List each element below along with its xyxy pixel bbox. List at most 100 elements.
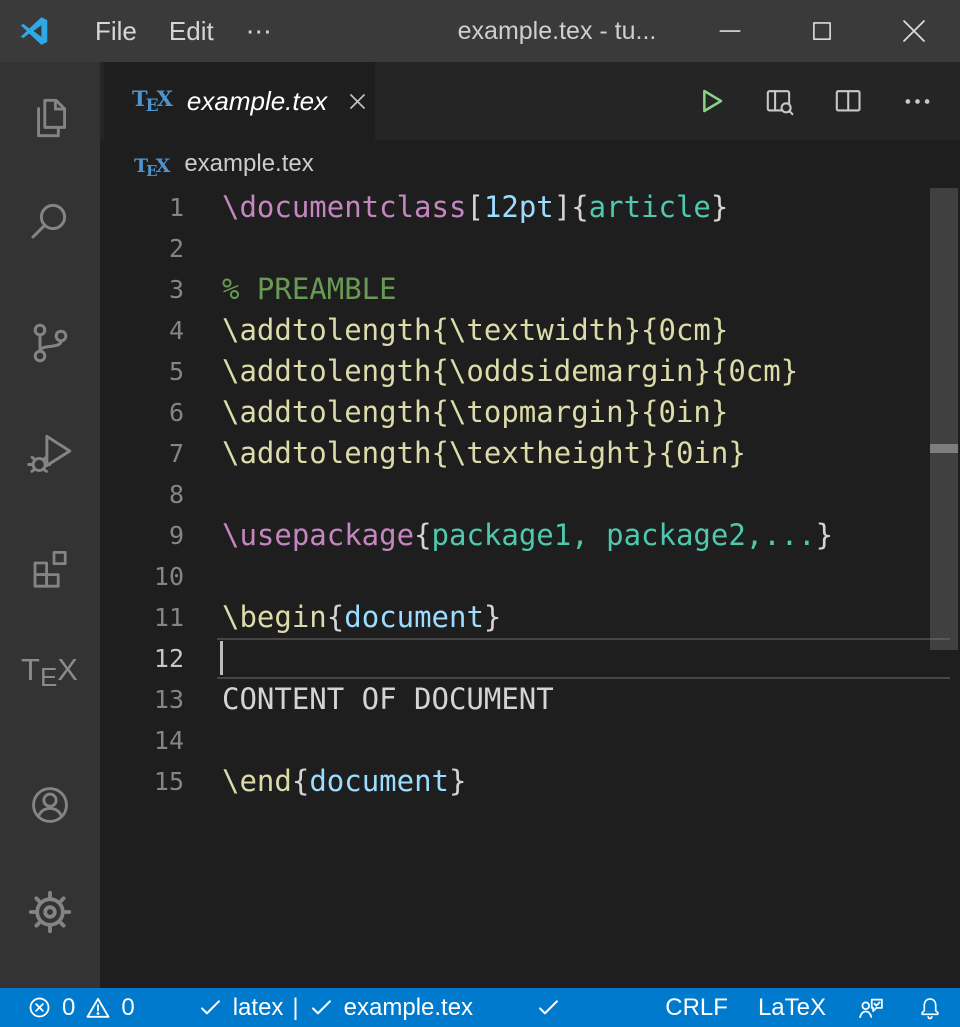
token-macro: \usepackage [222, 518, 414, 552]
activity-search[interactable] [0, 198, 100, 246]
menu-more[interactable]: ⋯ [230, 10, 288, 53]
token-punct: } [484, 600, 501, 634]
status-notifications[interactable] [916, 994, 944, 1022]
token-macro: \documentclass [222, 190, 466, 224]
status-bar-left: 00latex|example.tex [26, 994, 562, 1022]
breadcrumb-label[interactable]: example.tex [184, 150, 313, 178]
tab-example-tex[interactable]: TEX example.tex [104, 62, 375, 140]
window-controls [684, 0, 960, 62]
menubar: FileEdit⋯ [79, 10, 288, 53]
line-number: 1 [100, 187, 184, 228]
token-yellow: \addtolength{\topmargin}{0in} [222, 395, 728, 429]
line-number: 15 [100, 761, 184, 802]
status-language-mode[interactable]: LaTeX [758, 994, 826, 1022]
code-line-10[interactable]: 10 [100, 556, 960, 597]
tab-label: example.tex [187, 86, 327, 117]
split-editor-button[interactable] [832, 85, 865, 118]
menu-file[interactable]: File [79, 10, 153, 53]
feedback-icon [856, 993, 886, 1023]
editor-scrollbar [930, 188, 958, 988]
status-text: | [292, 994, 298, 1022]
activity-explorer[interactable] [0, 93, 100, 143]
code-line-9[interactable]: 9 \usepackage{package1, package2,...} [100, 515, 960, 556]
vscode-logo-icon [17, 14, 51, 48]
window-title: example.tex - tu... [458, 17, 657, 46]
activity-bar: TEX [0, 62, 100, 988]
menu-edit[interactable]: Edit [153, 10, 230, 53]
token-yellow: \end [222, 764, 292, 798]
line-number: 8 [100, 474, 184, 515]
status-latex-workshop-status[interactable]: latex|example.tex [197, 994, 473, 1022]
token-yellow: \addtolength{\textwidth}{0cm} [222, 313, 728, 347]
code-line-2[interactable]: 2 [100, 228, 960, 269]
code-line-1[interactable]: 1 \documentclass[12pt]{article} [100, 187, 960, 228]
check-icon [535, 994, 562, 1021]
token-yellow: \addtolength{\oddsidemargin}{0cm} [222, 354, 798, 388]
code-line-3[interactable]: 3% PREAMBLE [100, 269, 960, 310]
code-line-5[interactable]: 5 \addtolength{\oddsidemargin}{0cm} [100, 351, 960, 392]
status-bar-right: CRLF LaTeX [665, 993, 944, 1023]
token-param: 12pt [484, 190, 554, 224]
check-icon [308, 994, 335, 1021]
activity-extensions[interactable] [0, 542, 100, 590]
check-icon [197, 994, 224, 1021]
tab-bar: TEX example.tex [100, 62, 960, 140]
token-param: document [344, 600, 484, 634]
status-eol-indicator[interactable]: CRLF [665, 994, 728, 1022]
line-number: 11 [100, 597, 184, 638]
code-line-15[interactable]: 15\end{document} [100, 761, 960, 802]
code-line-content: CONTENT OF DOCUMENT [222, 679, 554, 720]
token-punct: { [292, 764, 309, 798]
code-line-content: % PREAMBLE [222, 269, 397, 310]
status-bar: 00latex|example.tex CRLFLaTeX [0, 988, 960, 1027]
status-build-status[interactable] [535, 994, 562, 1021]
maximize-button[interactable] [776, 0, 868, 62]
tab-close-icon[interactable] [347, 91, 368, 112]
more-actions-button[interactable] [901, 85, 934, 118]
code-line-11[interactable]: 11\begin{document} [100, 597, 960, 638]
activity-source-control[interactable] [0, 319, 100, 367]
warning-icon [84, 994, 112, 1022]
code-line-4[interactable]: 4 \addtolength{\textwidth}{0cm} [100, 310, 960, 351]
breadcrumb[interactable]: TEX example.tex [100, 140, 960, 188]
status-text: LaTeX [758, 994, 826, 1022]
activity-settings[interactable] [0, 888, 100, 936]
token-punct: } [711, 190, 728, 224]
code-line-7[interactable]: 7\addtolength{\textheight}{0in} [100, 433, 960, 474]
error-icon [26, 994, 53, 1021]
code-line-content: \usepackage{package1, package2,...} [222, 515, 833, 556]
code-line-content: \documentclass[12pt]{article} [222, 187, 728, 228]
line-number: 5 [100, 351, 184, 392]
code-line-content: \addtolength{\oddsidemargin}{0cm} [222, 351, 798, 392]
build-latex-button[interactable] [695, 85, 727, 117]
activity-accounts[interactable] [0, 782, 100, 828]
code-line-8[interactable]: 8 [100, 474, 960, 515]
status-text: CRLF [665, 994, 728, 1022]
code-line-13[interactable]: 13CONTENT OF DOCUMENT [100, 679, 960, 720]
activity-run-debug[interactable] [0, 427, 100, 477]
status-text: example.tex [344, 994, 473, 1022]
token-type: article [589, 190, 711, 224]
scrollbar-cursor-marker [930, 444, 958, 453]
code-line-12[interactable]: 12 [100, 638, 960, 679]
line-number: 9 [100, 515, 184, 556]
activity-latex-workshop[interactable]: TEX [0, 652, 100, 693]
bell-icon [916, 994, 944, 1022]
close-button[interactable] [868, 0, 960, 62]
titlebar: FileEdit⋯ example.tex - tu... [0, 0, 960, 62]
code-line-14[interactable]: 14 [100, 720, 960, 761]
token-type: package1, package2,... [432, 518, 816, 552]
editor-actions [695, 62, 934, 140]
view-latex-pdf-button[interactable] [763, 85, 796, 118]
minimize-button[interactable] [684, 0, 776, 62]
scrollbar-thumb[interactable] [930, 188, 958, 650]
line-number: 14 [100, 720, 184, 761]
editor[interactable]: 1 \documentclass[12pt]{article}23% PREAMB… [100, 187, 960, 802]
code-line-6[interactable]: 6\addtolength{\topmargin}{0in} [100, 392, 960, 433]
status-feedback[interactable] [856, 993, 886, 1023]
status-text: 0 [62, 994, 75, 1022]
token-yellow: \addtolength{\textheight}{0in} [222, 436, 746, 470]
token-comment: % PREAMBLE [222, 272, 397, 306]
line-number: 4 [100, 310, 184, 351]
status-problems[interactable]: 00 [26, 994, 135, 1022]
